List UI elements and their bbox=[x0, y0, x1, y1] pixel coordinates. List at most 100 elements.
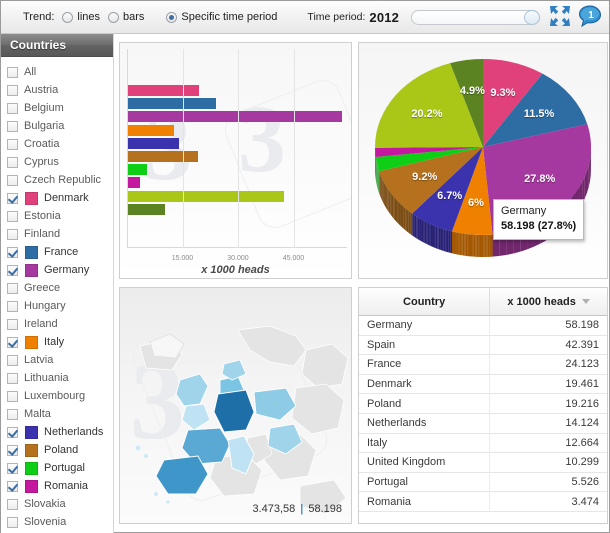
country-checkbox[interactable] bbox=[7, 480, 18, 492]
country-checkbox[interactable] bbox=[7, 318, 18, 330]
cell-country: Denmark bbox=[359, 374, 491, 395]
country-checkbox[interactable] bbox=[7, 408, 18, 420]
table-row[interactable]: Netherlands 14.124 bbox=[359, 413, 607, 434]
country-item-lithuania[interactable]: Lithuania bbox=[1, 369, 113, 387]
bar-germany[interactable] bbox=[127, 111, 343, 123]
country-checkbox[interactable] bbox=[7, 210, 18, 222]
pie-chart[interactable]: 9.3% 11.5% 27.8% 6% 6.7% 9.2% 20.2% 4.9% German… bbox=[367, 49, 599, 271]
table-row[interactable]: Spain 42.391 bbox=[359, 335, 607, 356]
country-checkbox[interactable] bbox=[7, 444, 18, 456]
country-checkbox[interactable] bbox=[7, 192, 18, 204]
cell-value: 10.299 bbox=[489, 452, 607, 473]
bar-denmark[interactable] bbox=[127, 85, 199, 96]
country-item-ireland[interactable]: Ireland bbox=[1, 315, 113, 333]
country-item-greece[interactable]: Greece bbox=[1, 279, 113, 297]
country-item-luxembourg[interactable]: Luxembourg bbox=[1, 387, 113, 405]
table-row[interactable]: Romania 3.474 bbox=[359, 491, 607, 512]
speech-bubble-icon[interactable]: 1 bbox=[577, 3, 603, 29]
country-item-slovenia[interactable]: Slovenia bbox=[1, 513, 113, 531]
country-checkbox[interactable] bbox=[7, 354, 18, 366]
pie-slice-side bbox=[464, 233, 466, 256]
europe-choropleth-map[interactable] bbox=[120, 288, 353, 525]
country-item-belgium[interactable]: Belgium bbox=[1, 99, 113, 117]
country-checkbox[interactable] bbox=[7, 246, 18, 258]
pie-slice-side bbox=[486, 234, 488, 257]
bar-france[interactable] bbox=[127, 98, 217, 110]
bar-portugal[interactable] bbox=[127, 164, 148, 176]
trend-radio-bars[interactable]: bars bbox=[108, 11, 144, 23]
trend-radio-specific-time-period[interactable]: Specific time period bbox=[166, 11, 277, 23]
country-checkbox[interactable] bbox=[7, 174, 18, 186]
pie-slice-side bbox=[479, 234, 482, 257]
country-item-italy[interactable]: Italy bbox=[1, 333, 113, 351]
country-item-portugal[interactable]: Portugal bbox=[1, 459, 113, 477]
country-item-france[interactable]: France bbox=[1, 243, 113, 261]
country-checkbox[interactable] bbox=[7, 462, 18, 474]
cell-value: 42.391 bbox=[489, 335, 607, 356]
country-checkbox[interactable] bbox=[7, 120, 18, 132]
country-checkbox[interactable] bbox=[7, 264, 18, 276]
table-row[interactable]: Poland 19.216 bbox=[359, 393, 607, 414]
country-checkbox[interactable] bbox=[7, 372, 18, 384]
country-checkbox[interactable] bbox=[7, 102, 18, 114]
country-item-slovakia[interactable]: Slovakia bbox=[1, 495, 113, 513]
country-item-romania[interactable]: Romania bbox=[1, 477, 113, 495]
table-row[interactable]: Portugal 5.526 bbox=[359, 472, 607, 493]
bar-italy[interactable] bbox=[127, 124, 174, 136]
country-item-czech-republic[interactable]: Czech Republic bbox=[1, 171, 113, 189]
trend-label: Trend: bbox=[23, 11, 55, 23]
country-checkbox[interactable] bbox=[7, 156, 18, 168]
radio-indicator[interactable] bbox=[166, 11, 178, 23]
column-header-value[interactable]: x 1000 heads bbox=[489, 288, 607, 316]
country-item-malta[interactable]: Malta bbox=[1, 405, 113, 423]
table-row[interactable]: United Kingdom 10.299 bbox=[359, 452, 607, 473]
time-period-slider[interactable] bbox=[411, 9, 541, 25]
country-checkbox[interactable] bbox=[7, 282, 18, 294]
country-item-netherlands[interactable]: Netherlands bbox=[1, 423, 113, 441]
country-item-latvia[interactable]: Latvia bbox=[1, 351, 113, 369]
bar-chart-panel[interactable]: 3 3 15.00030.00045.000 x 1000 heads bbox=[119, 42, 352, 279]
column-header-country[interactable]: Country bbox=[359, 288, 491, 316]
country-item-cyprus[interactable]: Cyprus bbox=[1, 153, 113, 171]
country-item-croatia[interactable]: Croatia bbox=[1, 135, 113, 153]
trend-radio-lines[interactable]: lines bbox=[62, 11, 100, 23]
time-period-slider-handle[interactable] bbox=[524, 9, 541, 25]
table-row[interactable]: Italy 12.664 bbox=[359, 433, 607, 454]
country-checkbox[interactable] bbox=[7, 336, 18, 348]
country-item-poland[interactable]: Poland bbox=[1, 441, 113, 459]
table-row[interactable]: Germany 58.198 bbox=[359, 315, 607, 336]
map-panel[interactable]: 3 3.473,58 | 58.198 bbox=[119, 287, 352, 524]
country-checkbox[interactable] bbox=[7, 138, 18, 150]
bar-poland[interactable] bbox=[127, 151, 199, 162]
pie-chart-panel[interactable]: 9.3% 11.5% 27.8% 6% 6.7% 9.2% 20.2% 4.9% German… bbox=[358, 42, 608, 279]
country-checkbox[interactable] bbox=[7, 498, 18, 510]
radio-indicator[interactable] bbox=[62, 11, 74, 23]
country-item-germany[interactable]: Germany bbox=[1, 261, 113, 279]
bar-united-kingdom[interactable] bbox=[127, 203, 166, 215]
column-header-country-label: Country bbox=[403, 295, 446, 308]
country-item-all[interactable]: All bbox=[1, 63, 113, 81]
country-item-hungary[interactable]: Hungary bbox=[1, 297, 113, 315]
fullscreen-arrows-icon[interactable] bbox=[547, 3, 573, 29]
bar-romania[interactable] bbox=[127, 177, 140, 189]
country-item-austria[interactable]: Austria bbox=[1, 81, 113, 99]
country-item-denmark[interactable]: Denmark bbox=[1, 189, 113, 207]
pie-slice-side bbox=[400, 203, 403, 228]
country-checkbox[interactable] bbox=[7, 516, 18, 528]
radio-indicator[interactable] bbox=[108, 11, 120, 23]
country-item-finland[interactable]: Finland bbox=[1, 225, 113, 243]
pie-slice-side bbox=[442, 228, 444, 251]
cell-country: United Kingdom bbox=[359, 452, 491, 473]
table-row[interactable]: France 24.123 bbox=[359, 354, 607, 375]
country-checkbox[interactable] bbox=[7, 426, 18, 438]
country-item-bulgaria[interactable]: Bulgaria bbox=[1, 117, 113, 135]
country-checkbox[interactable] bbox=[7, 390, 18, 402]
country-checkbox[interactable] bbox=[7, 300, 18, 312]
bar-netherlands[interactable] bbox=[127, 137, 180, 149]
table-row[interactable]: Denmark 19.461 bbox=[359, 374, 607, 395]
country-item-estonia[interactable]: Estonia bbox=[1, 207, 113, 225]
country-checkbox[interactable] bbox=[7, 228, 18, 240]
country-checkbox[interactable] bbox=[7, 66, 18, 78]
bar-spain[interactable] bbox=[127, 190, 284, 202]
country-checkbox[interactable] bbox=[7, 84, 18, 96]
